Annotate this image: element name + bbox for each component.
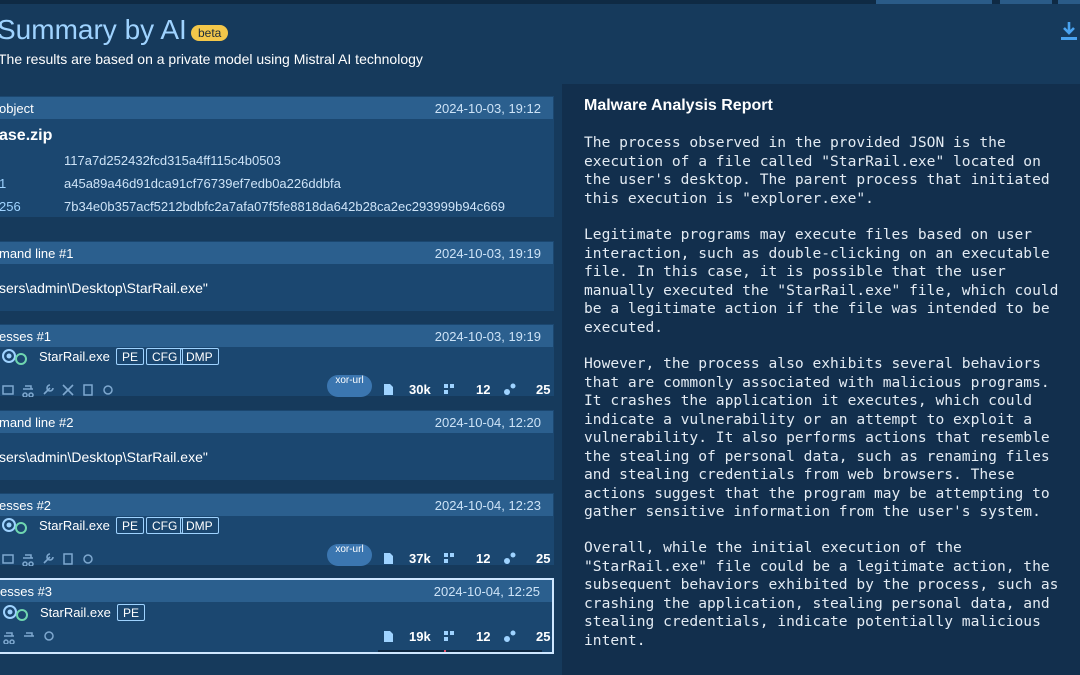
process-panel-3[interactable]: esses #3 2024-10-04, 12:25 StarRail.exe … — [0, 578, 554, 654]
summary-header: Summary by AI beta The results are based… — [0, 0, 1080, 84]
process-panel-2[interactable]: esses #2 2024-10-04, 12:23 StarRail.exe … — [0, 493, 555, 568]
hash-key: 256 — [0, 199, 21, 214]
tools-icon — [62, 384, 74, 396]
document-icon — [83, 384, 93, 396]
threads-count: 25 — [536, 551, 551, 566]
xor-url-pill[interactable]: xor-url — [327, 544, 372, 566]
threads-count: 25 — [536, 382, 551, 397]
files-count: 37k — [409, 551, 431, 566]
page-title: Summary by AI — [0, 14, 187, 45]
object-file-name: ase.zip — [0, 127, 53, 144]
report-title: Malware Analysis Report — [584, 97, 773, 114]
tag-cfg[interactable]: CFG — [146, 348, 184, 365]
command-line-header: mand line #2 2024-10-04, 12:20 — [0, 411, 553, 433]
process-header: esses #2 2024-10-04, 12:23 — [0, 494, 553, 516]
process-timestamp: 2024-10-03, 19:19 — [434, 329, 541, 344]
process-icon — [2, 349, 27, 365]
modules-icon — [444, 631, 454, 641]
object-panel-header: object 2024-10-03, 19:12 — [0, 97, 553, 119]
report-pane: Malware Analysis Report The process obse… — [562, 84, 1080, 675]
gear-icon — [2, 385, 14, 395]
files-count: 30k — [409, 382, 431, 397]
command-line-label: mand line #1 — [0, 246, 74, 261]
process-name: StarRail.exe — [40, 605, 111, 620]
wrench-icon — [43, 553, 54, 564]
process-icon — [2, 518, 27, 534]
badge-icon — [103, 385, 113, 395]
object-timestamp: 2024-10-03, 19:12 — [434, 101, 541, 116]
command-line-text: sers\admin\Desktop\StarRail.exe" — [0, 449, 208, 465]
tag-cfg[interactable]: CFG — [146, 517, 184, 534]
object-label: object — [0, 101, 34, 116]
modules-count: 12 — [476, 551, 491, 566]
modules-icon — [444, 553, 454, 563]
threads-icon — [504, 630, 516, 642]
modules-count: 12 — [476, 382, 491, 397]
process-name: StarRail.exe — [39, 518, 110, 533]
badge-icon — [83, 554, 93, 564]
process-header: esses #3 2024-10-04, 12:25 — [0, 580, 552, 602]
behavior-icons-row: xor-url 30k 12 25 — [0, 375, 555, 399]
threads-icon — [504, 383, 516, 395]
threads-icon — [504, 552, 516, 564]
report-paragraph-3: However, the process also exhibits sever… — [584, 355, 1050, 520]
command-line-timestamp: 2024-10-04, 12:20 — [434, 415, 541, 430]
process-panel-1[interactable]: esses #1 2024-10-03, 19:19 StarRail.exe … — [0, 324, 555, 399]
tag-pe[interactable]: PE — [116, 348, 145, 365]
hash-value[interactable]: a45a89a46d91dca91cf76739ef7edb0a226ddbfa — [64, 176, 341, 191]
progress-marker — [444, 650, 446, 652]
hash-value[interactable]: 117a7d252432fcd315a4ff115c4b0503 — [64, 153, 281, 168]
command-line-panel-2[interactable]: mand line #2 2024-10-04, 12:20 sers\admi… — [0, 410, 554, 480]
report-paragraph-4: Overall, while the initial execution of … — [584, 539, 1059, 649]
command-line-timestamp: 2024-10-03, 19:19 — [434, 246, 541, 261]
spy-icon — [22, 385, 34, 397]
process-timestamp: 2024-10-04, 12:25 — [433, 584, 540, 599]
file-icon — [384, 631, 393, 642]
gear-icon — [2, 554, 14, 564]
hash-key: 1 — [0, 176, 7, 191]
process-name: StarRail.exe — [39, 349, 110, 364]
spy-icon — [3, 632, 15, 644]
file-icon — [384, 553, 393, 564]
command-line-text: sers\admin\Desktop\StarRail.exe" — [0, 280, 208, 296]
page-subtitle: The results are based on a private model… — [0, 51, 423, 67]
tag-dmp[interactable]: DMP — [180, 348, 219, 365]
tag-pe[interactable]: PE — [117, 604, 146, 621]
process-tree-pane: object 2024-10-03, 19:12 ase.zip 117a7d2… — [0, 84, 562, 675]
document-icon — [63, 553, 73, 565]
spy-icon — [22, 554, 34, 566]
tag-pe[interactable]: PE — [116, 517, 145, 534]
xor-url-pill[interactable]: xor-url — [327, 375, 372, 397]
modules-count: 12 — [476, 629, 491, 644]
command-line-panel-1[interactable]: mand line #1 2024-10-03, 19:19 sers\admi… — [0, 241, 554, 311]
command-line-label: mand line #2 — [0, 415, 74, 430]
process-icon — [3, 605, 28, 621]
download-icon[interactable] — [1060, 20, 1078, 42]
process-label: esses #2 — [0, 498, 52, 513]
wrench-icon — [43, 384, 54, 395]
tag-dmp[interactable]: DMP — [180, 517, 219, 534]
report-paragraph-1: The process observed in the provided JSO… — [584, 134, 1050, 207]
command-line-header: mand line #1 2024-10-03, 19:19 — [0, 242, 553, 264]
process-header: esses #1 2024-10-03, 19:19 — [0, 325, 553, 347]
beta-badge: beta — [191, 25, 229, 41]
process-label: esses #1 — [0, 329, 52, 344]
modules-icon — [444, 384, 454, 394]
report-paragraph-2: Legitimate programs may execute files ba… — [584, 226, 1059, 336]
behavior-icons-row: 19k 12 25 — [0, 629, 556, 646]
object-panel[interactable]: object 2024-10-03, 19:12 ase.zip 117a7d2… — [0, 96, 554, 217]
progress-track — [378, 650, 542, 652]
process-label: esses #3 — [0, 584, 53, 599]
threads-count: 25 — [536, 629, 551, 644]
file-icon — [384, 384, 393, 395]
badge-icon — [44, 631, 54, 641]
spy-icon — [24, 632, 34, 637]
behavior-icons-row: xor-url 37k 12 25 — [0, 544, 555, 568]
process-timestamp: 2024-10-04, 12:23 — [434, 498, 541, 513]
files-count: 19k — [409, 629, 431, 644]
hash-value[interactable]: 7b34e0b357acf5212bdbfc2a7afa07f5fe8818da… — [64, 199, 505, 214]
